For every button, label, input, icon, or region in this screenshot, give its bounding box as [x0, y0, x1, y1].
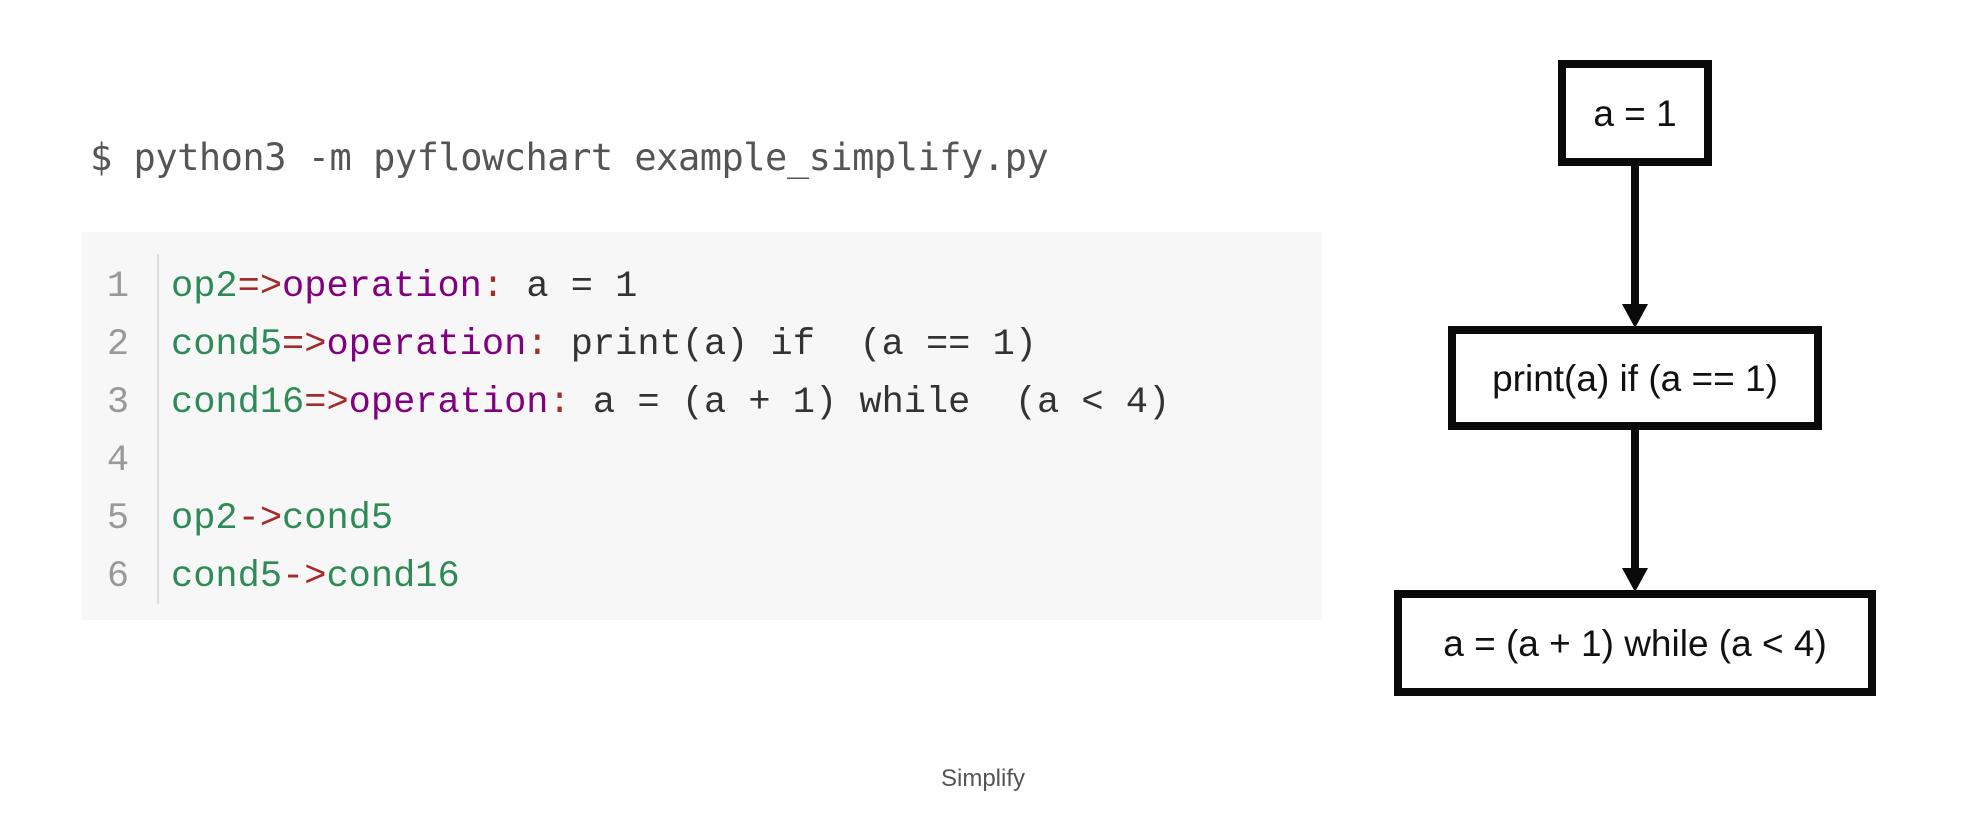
- flow-edge-cond5-to-cond16: [1622, 430, 1648, 592]
- flow-node-label: a = 1: [1593, 93, 1676, 134]
- flow-node-label: print(a) if (a == 1): [1492, 358, 1778, 399]
- figure-caption: Simplify: [940, 765, 1025, 792]
- arrowhead-icon: [1622, 568, 1648, 592]
- flow-node-label: a = (a + 1) while (a < 4): [1443, 623, 1827, 664]
- arrowhead-icon: [1622, 304, 1648, 328]
- flow-node-cond16: a = (a + 1) while (a < 4): [1394, 590, 1876, 696]
- flowchart: a = 1 print(a) if (a == 1) a = (a + 1) whi…: [1394, 60, 1876, 696]
- flow-node-op2: a = 1: [1558, 60, 1712, 166]
- flow-edge-op2-to-cond5: [1622, 166, 1648, 328]
- flow-node-cond5: print(a) if (a == 1): [1448, 326, 1822, 430]
